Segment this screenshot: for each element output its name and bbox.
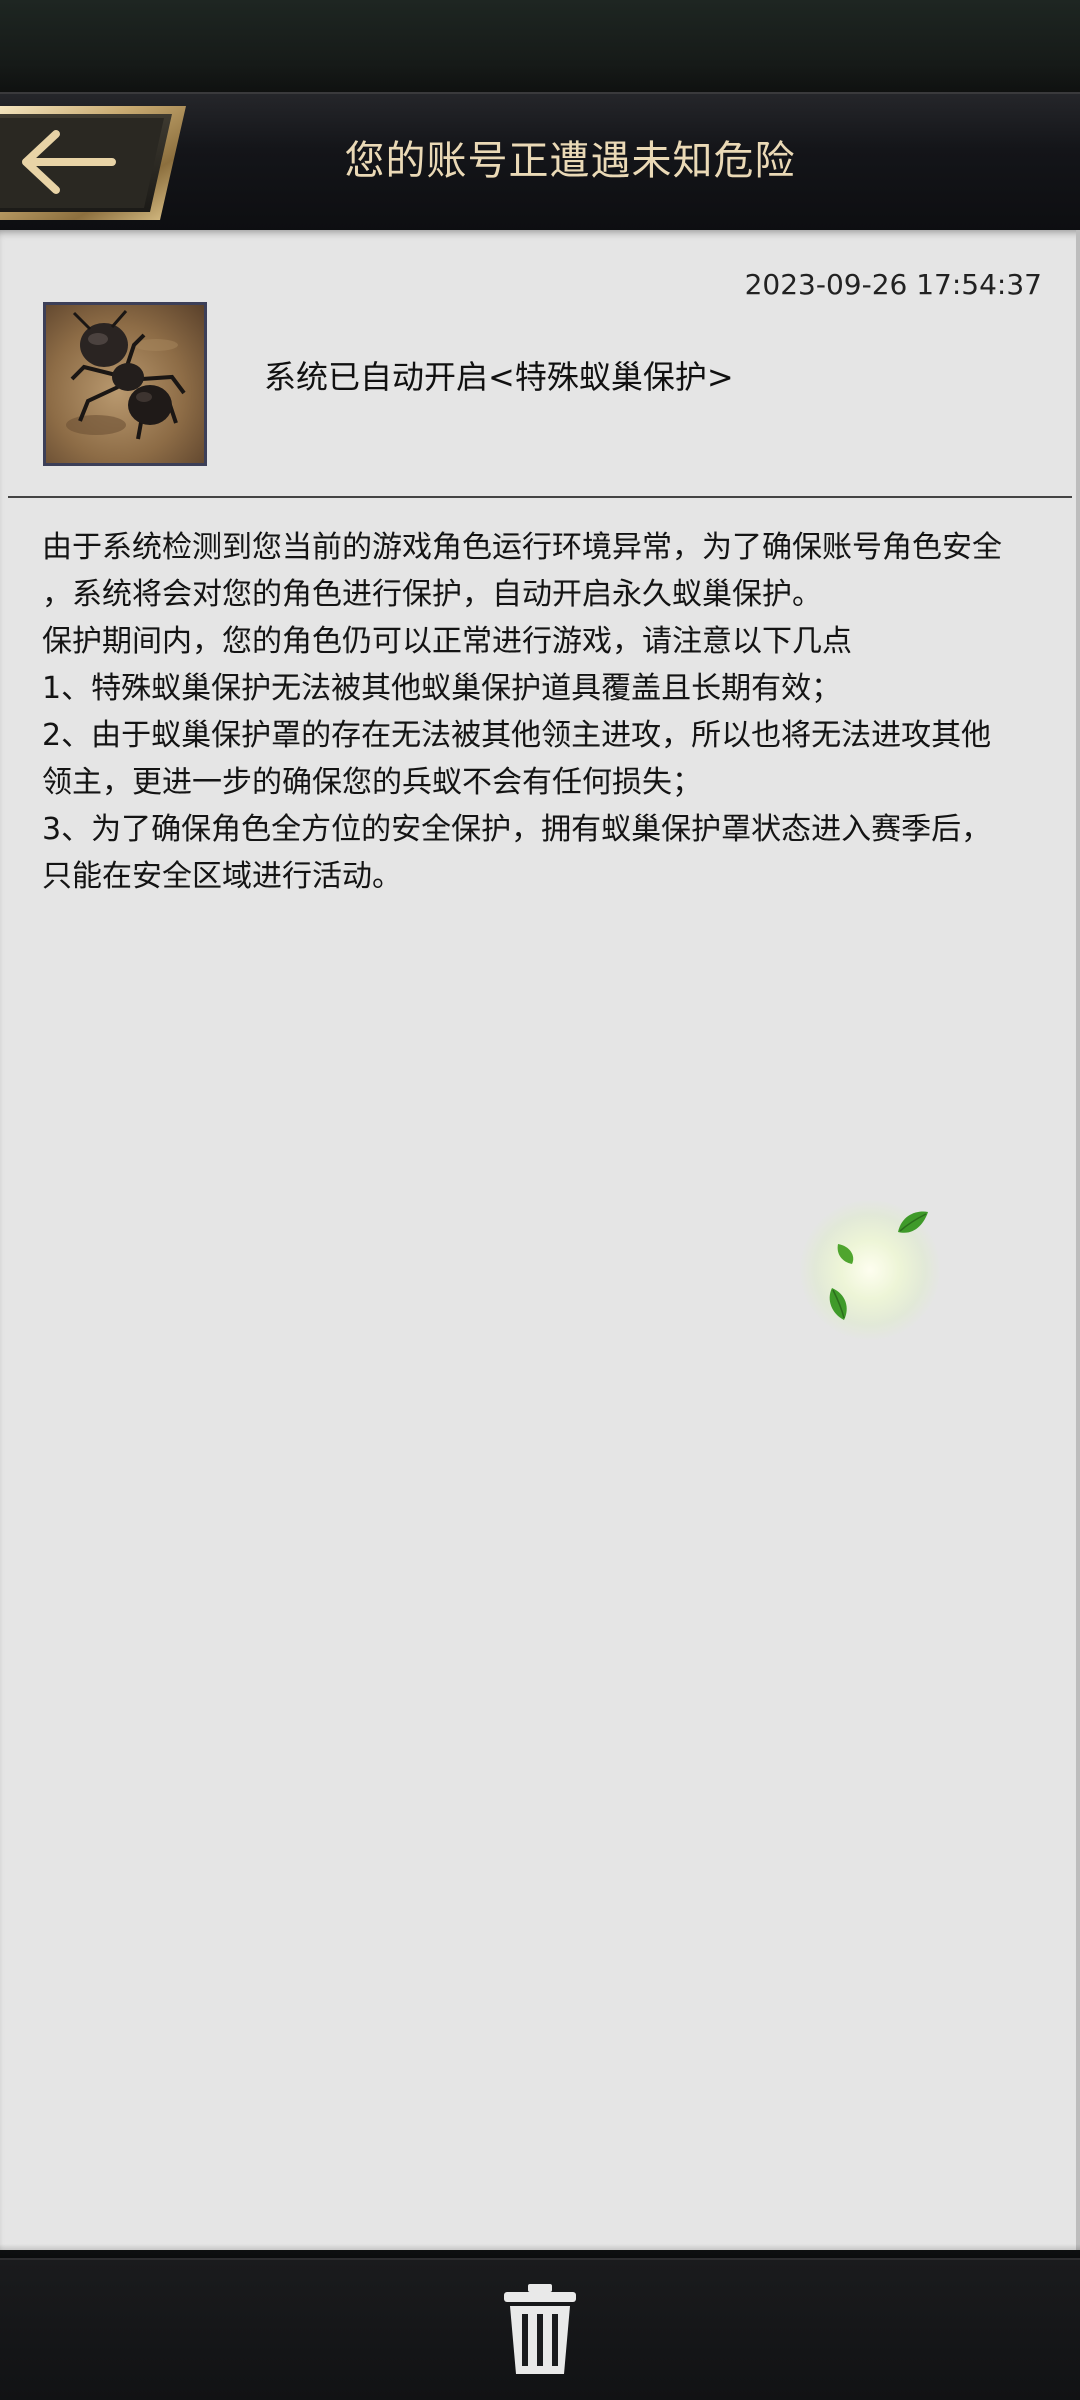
mail-body-line: 2、由于蚁巢保护罩的存在无法被其他领主进攻，所以也将无法进攻其他 [42,718,992,753]
panel-edge [1076,230,1080,2250]
mail-body: 由于系统检测到您当前的游戏角色运行环境异常，为了确保账号角色安全 ，系统将会对您… [42,524,1042,900]
leaf-icon [837,1244,854,1264]
top-game-strip [0,0,1080,92]
mail-body-line: 保护期间内，您的角色仍可以正常进行游戏，请注意以下几点 [42,624,852,659]
mail-timestamp: 2023-09-26 17:54:37 [744,268,1042,301]
leaf-icon [829,1288,847,1320]
page-title: 您的账号正遭遇未知危险 [344,138,796,184]
divider [8,496,1072,498]
back-button[interactable] [0,104,190,222]
mail-body-line: ，系统将会对您的角色进行保护，自动开启永久蚁巢保护。 [42,577,822,612]
mail-body-line: 领主，更进一步的确保您的兵蚁不会有任何损失； [42,765,702,800]
sender-avatar [43,302,207,466]
back-arrow-icon [0,106,186,220]
mail-body-line: 3、为了确保角色全方位的安全保护，拥有蚁巢保护罩状态进入赛季后， [42,812,992,847]
mail-body-line: 由于系统检测到您当前的游戏角色运行环境异常，为了确保账号角色安全 [42,530,1002,565]
mail-subject: 系统已自动开启<特殊蚁巢保护> [264,358,734,396]
mail-body-line: 只能在安全区域进行活动。 [42,859,402,894]
trash-icon [504,2284,576,2374]
delete-mail-button[interactable] [500,2282,580,2378]
leaf-icon [898,1211,928,1233]
mail-body-line: 1、特殊蚁巢保护无法被其他蚁巢保护道具覆盖且长期有效； [42,671,842,706]
mail-detail-screen: 您的账号正遭遇未知危险 2023-09-26 17:54:37 系统已自动开启<… [0,0,1080,2400]
ant-avatar-icon [66,310,186,440]
